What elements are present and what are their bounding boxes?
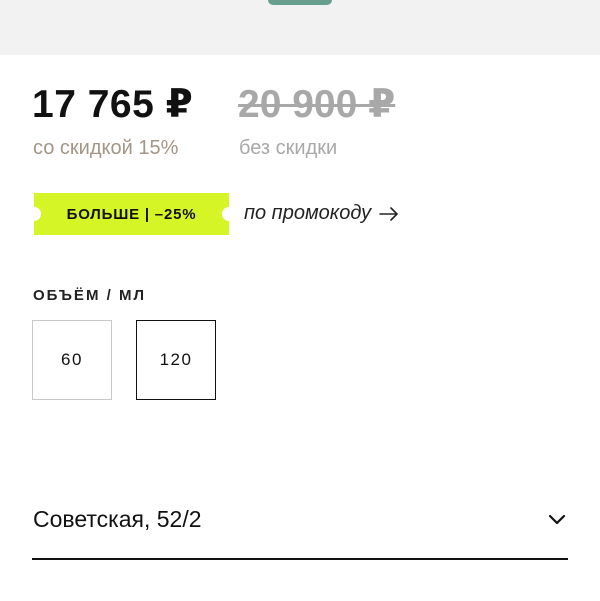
- store-select-value: Советская, 52/2: [33, 506, 202, 532]
- product-image-area: [0, 0, 600, 55]
- store-select[interactable]: Советская, 52/2: [32, 490, 568, 560]
- promo-code-link[interactable]: по промокоду: [244, 202, 399, 225]
- no-discount-note: без скидки: [239, 137, 338, 159]
- chevron-down-icon: [548, 514, 566, 525]
- current-price: 17 765 ₽: [32, 83, 194, 126]
- promo-code-link-text: по промокоду: [244, 202, 372, 224]
- promo-badge-text: БОЛЬШЕ | –25%: [66, 205, 197, 223]
- volume-option-label: 60: [61, 350, 83, 369]
- arrow-right-icon: [379, 206, 398, 221]
- promo-badge[interactable]: БОЛЬШЕ | –25%: [27, 193, 236, 235]
- volume-option-label: 120: [159, 350, 193, 369]
- promo-badge-notch-right: [222, 207, 236, 221]
- discount-note: со скидкой 15%: [33, 137, 179, 159]
- volume-option-60[interactable]: 60: [32, 320, 112, 400]
- volume-label: ОБЪЁМ / МЛ: [33, 287, 146, 304]
- old-price: 20 900 ₽: [238, 83, 396, 126]
- volume-option-120[interactable]: 120: [136, 320, 216, 400]
- product-image-bottom-edge: [268, 0, 332, 5]
- promo-badge-notch-left: [27, 207, 41, 221]
